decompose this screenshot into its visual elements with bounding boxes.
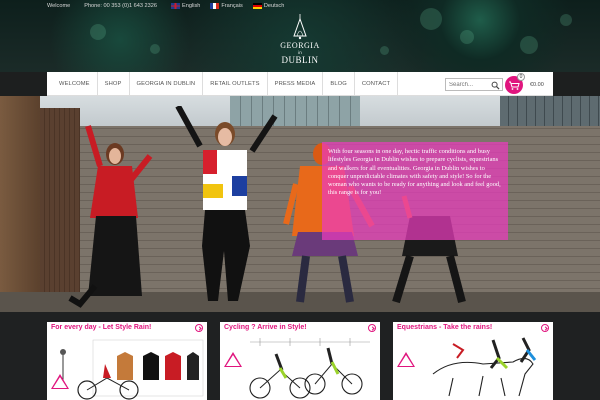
panel-sketch-illustration [432,337,537,397]
chevron-right-icon[interactable] [541,324,549,332]
language-label: English [182,2,201,9]
site-logo[interactable]: GEORGIA in DUBLIN [270,14,330,66]
panel-title: Equestrians - Take the rains! [397,324,493,331]
hero-banner: With four seasons in one day, hectic tra… [0,96,600,312]
panel-sketch-illustration [249,338,370,399]
panel-cycling[interactable]: Cycling ? Arrive in Style! [220,322,380,400]
logo-text-georgia: GEORGIA [280,41,320,50]
panel-sketch-illustration [60,339,204,400]
panel-equestrians[interactable]: Equestrians - Take the rains! [393,322,553,400]
nav-item-shop[interactable]: SHOP [98,71,130,96]
language-german[interactable]: Deutsch [252,2,285,9]
warning-sign-icon [51,374,69,389]
phone-number: Phone: 00 353 (0)1 643 2326 [84,2,157,9]
bokeh-light [150,44,160,54]
nav-item-contact[interactable]: CONTACT [355,71,399,96]
uk-flag-icon [171,2,180,9]
language-french[interactable]: Français [210,2,243,9]
feature-panels: For every day - Let Style Rain! Cycling … [0,312,600,400]
cart-count-badge: 0 [517,73,525,81]
search-icon[interactable] [491,81,500,90]
nav-item-press-media[interactable]: PRESS MEDIA [268,71,324,96]
nav-item-georgia-in-dublin[interactable]: GEORGIA IN DUBLIN [130,71,204,96]
language-label: Deutsch [263,2,285,9]
welcome-link[interactable]: Welcome [47,3,70,9]
hero-text-overlay: With four seasons in one day, hectic tra… [322,142,508,240]
umbrella-logo-icon [293,14,307,40]
hero-building-left [0,96,40,312]
chevron-right-icon[interactable] [195,324,203,332]
search-input[interactable] [446,79,490,90]
bokeh-light [380,46,389,55]
cart-button[interactable]: 0 [505,73,525,94]
search-box [445,78,503,91]
cart-total: €0.00 [530,82,544,88]
bokeh-light [460,30,474,44]
warning-sign-icon [397,352,415,367]
chevron-right-icon[interactable] [368,324,376,332]
hero-overlay-text: With four seasons in one day, hectic tra… [328,148,501,197]
panel-title: Cycling ? Arrive in Style! [224,324,307,331]
language-label: Français [221,2,243,9]
bokeh-light [90,24,106,40]
nav-item-blog[interactable]: BLOG [323,71,355,96]
panel-every-day[interactable]: For every day - Let Style Rain! [47,322,207,400]
nav-item-welcome[interactable]: WELCOME [47,71,98,96]
warning-sign-icon [224,352,242,367]
bokeh-light [520,36,538,54]
main-navigation: WELCOME SHOP GEORGIA IN DUBLIN RETAIL OU… [47,71,553,96]
panel-title: For every day - Let Style Rain! [51,324,152,331]
language-english[interactable]: English [171,2,201,9]
france-flag-icon [210,2,220,9]
bokeh-light [420,8,442,30]
logo-text-dublin: DUBLIN [281,55,319,65]
germany-flag-icon [252,2,262,9]
bokeh-light [560,14,572,26]
top-bar: Welcome Phone: 00 353 (0)1 643 2326 Engl… [0,0,600,11]
nav-item-retail-outlets[interactable]: RETAIL OUTLETS [203,71,268,96]
